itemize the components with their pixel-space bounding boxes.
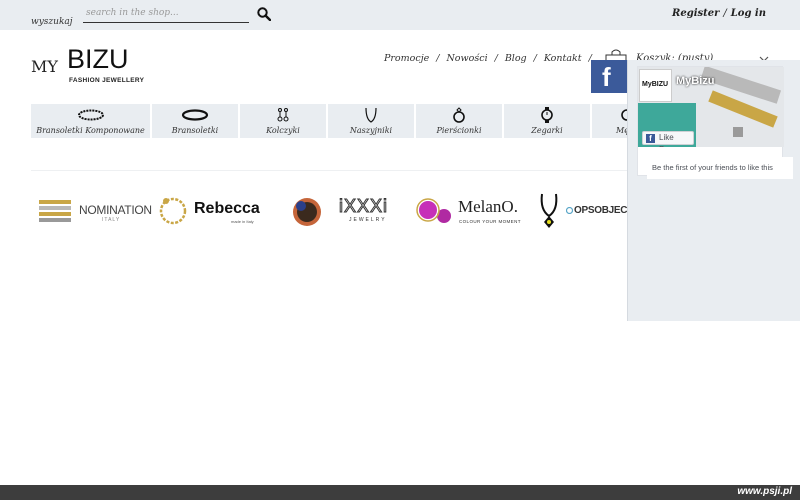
- register-link[interactable]: Register: [672, 8, 719, 19]
- brand-subtitle: ITALY: [102, 217, 121, 223]
- bangle-icon: [181, 109, 209, 121]
- search-input[interactable]: [83, 4, 249, 23]
- logo-my: MY: [31, 57, 58, 76]
- brand-rebecca[interactable]: Rebecca made in Italy: [156, 190, 286, 232]
- nav-kontakt[interactable]: Kontakt: [544, 53, 582, 64]
- brand-subtitle: made in Italy: [231, 219, 254, 224]
- category-naszyjniki[interactable]: Naszyjniki: [328, 104, 414, 138]
- facebook-icon: f: [602, 62, 611, 92]
- nav-separator: /: [494, 53, 498, 64]
- nav-promocje[interactable]: Promocje: [384, 53, 429, 64]
- content-divider: [31, 170, 631, 171]
- account-separator: /: [723, 8, 727, 19]
- category-bransoletki[interactable]: Bransoletki: [152, 104, 238, 138]
- category-meskie[interactable]: Męsk: [592, 104, 631, 138]
- nav-nowosci[interactable]: Nowości: [446, 53, 487, 64]
- category-label: Zegarki: [531, 126, 563, 135]
- account-links: Register / Log in: [672, 8, 766, 19]
- brand-name: OPSOBJECT: [574, 205, 633, 216]
- category-label: Bransoletki: [171, 126, 219, 135]
- facebook-panel: MyBIZU MyBizu f Like Page Be the first o…: [627, 60, 800, 321]
- facebook-small-icon: f: [646, 134, 655, 143]
- facebook-tab[interactable]: f: [591, 60, 627, 93]
- ring-product-image: [293, 198, 321, 226]
- melano-ring-image: [416, 198, 451, 223]
- category-label: Bransoletki Komponowane: [36, 126, 145, 135]
- nav-blog[interactable]: Blog: [505, 53, 527, 64]
- facebook-profile-picture[interactable]: MyBIZU: [639, 69, 672, 102]
- facebook-like-button[interactable]: f Like Page: [642, 131, 694, 147]
- brand-name: iXXXi: [338, 196, 389, 217]
- brand-melano[interactable]: MelanO. COLOUR YOUR MOMENT: [416, 190, 526, 232]
- footer-bar: www.psji.pl: [0, 485, 800, 500]
- category-label: Pierścionki: [436, 126, 482, 135]
- category-label: Męsk: [616, 126, 631, 135]
- category-zegarki[interactable]: Zegarki: [504, 104, 590, 138]
- brand-opsobjects[interactable]: OPSOBJECT: [536, 190, 633, 232]
- logo-tagline: FASHION JEWELLERY: [69, 77, 145, 84]
- search-label: wyszukaj: [31, 17, 73, 27]
- main-nav: Promocje / Nowości / Blog / Kontakt /: [384, 53, 599, 64]
- facebook-page-name[interactable]: MyBizu: [676, 75, 715, 87]
- top-bar: wyszukaj Register / Log in: [0, 0, 800, 30]
- category-kolczyki[interactable]: Kolczyki: [240, 104, 326, 138]
- ring-icon: [453, 107, 465, 123]
- composable-bracelet-icon: [77, 109, 104, 121]
- brand-nomination[interactable]: NOMINATION ITALY: [37, 190, 152, 232]
- like-button-label: Like Page: [659, 133, 678, 147]
- brand-name: MelanO.: [458, 197, 518, 216]
- nav-separator: /: [436, 53, 440, 64]
- brand-name: Rebecca: [194, 200, 260, 217]
- site-logo[interactable]: MY BIZU FASHION JEWELLERY: [31, 44, 147, 86]
- footer-watermark: www.psji.pl: [737, 486, 792, 497]
- logo-brand: BIZU: [67, 44, 129, 74]
- facebook-page-plugin: MyBIZU MyBizu f Like Page Be the first o…: [637, 66, 793, 179]
- category-pierscionki[interactable]: Pierścionki: [416, 104, 502, 138]
- facebook-cover-image[interactable]: MyBIZU MyBizu f Like Page: [638, 67, 784, 147]
- earrings-icon: [277, 108, 289, 122]
- category-label: Kolczyki: [266, 126, 300, 135]
- brand-subtitle: COLOUR YOUR MOMENT: [459, 219, 521, 224]
- login-link[interactable]: Log in: [731, 8, 766, 19]
- rebecca-bracelet-image: [159, 197, 187, 225]
- category-label: Naszyjniki: [349, 126, 393, 135]
- facebook-profile-text: MyBIZU: [642, 81, 669, 88]
- facebook-friends-text: Be the first of your friends to like thi…: [647, 157, 793, 179]
- watch-icon: [541, 107, 553, 123]
- category-bar: Bransoletki Komponowane Bransoletki Kolc…: [31, 104, 631, 138]
- brand-name: NOMINATION: [79, 203, 152, 217]
- nav-separator: /: [533, 53, 537, 64]
- brand-carousel: NOMINATION ITALY Rebecca made in Italy i…: [31, 190, 633, 232]
- brand-ixxxi[interactable]: iXXXi JEWELRY: [337, 190, 409, 232]
- nomination-bracelet-image: [39, 200, 71, 222]
- brand-subtitle: JEWELRY: [349, 217, 387, 223]
- ops-logo-mark-icon: [566, 207, 573, 214]
- category-bransoletki-komponowane[interactable]: Bransoletki Komponowane: [31, 104, 150, 138]
- search-icon[interactable]: [257, 7, 271, 21]
- brand-ring-image[interactable]: [289, 190, 327, 232]
- necklace-icon: [365, 107, 377, 123]
- ops-pendant-image: [540, 193, 558, 228]
